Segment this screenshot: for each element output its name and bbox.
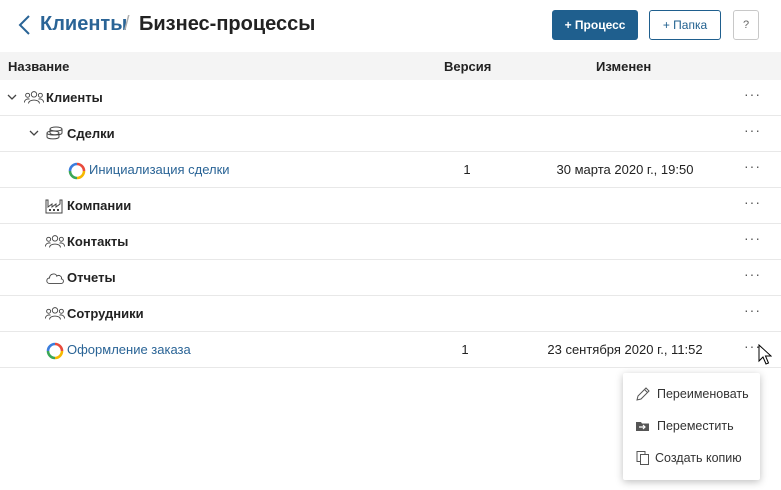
menu-item-label: Переместить [657,419,734,433]
breadcrumb-separator: / [124,13,130,35]
column-version-header[interactable]: Версия [444,59,491,74]
menu-item-rename[interactable]: Переименовать [623,379,760,409]
table-row[interactable]: Клиенты ··· [0,80,781,116]
table-header: Название Версия Изменен [0,52,781,80]
row-menu-button[interactable]: ··· [744,302,761,318]
row-menu-button[interactable]: ··· [744,158,761,174]
folder-name[interactable]: Сделки [67,126,115,141]
add-folder-button[interactable]: + Папка [649,10,721,40]
table-row[interactable]: Оформление заказа 1 23 сентября 2020 г.,… [0,332,781,368]
table-row[interactable]: Сотрудники ··· [0,296,781,332]
table-row[interactable]: Отчеты ··· [0,260,781,296]
page-header: Клиенты / Бизнес-процессы + Процесс + Па… [0,0,781,52]
cloud-icon [46,273,64,284]
chevron-left-icon[interactable] [16,14,34,36]
menu-item-move[interactable]: Переместить [623,411,760,441]
pencil-icon [636,387,650,401]
move-folder-icon [636,422,649,431]
process-link[interactable]: Инициализация сделки [89,162,230,177]
mouse-cursor-icon [758,344,772,365]
process-ring-icon [68,162,86,180]
table-row[interactable]: Контакты ··· [0,224,781,260]
version-value: 1 [461,342,469,357]
row-menu-button[interactable]: ··· [744,194,761,210]
chevron-down-icon[interactable] [7,92,17,102]
folder-name[interactable]: Компании [67,198,131,213]
column-name-header[interactable]: Название [8,59,69,74]
column-modified-header[interactable]: Изменен [596,59,651,74]
folder-name[interactable]: Клиенты [46,90,103,105]
row-menu-button[interactable]: ··· [744,230,761,246]
add-process-button[interactable]: + Процесс [552,10,638,40]
table-row[interactable]: Инициализация сделки 1 30 марта 2020 г.,… [0,152,781,188]
help-button[interactable]: ? [733,10,759,40]
users-icon [45,235,65,248]
modified-value: 23 сентября 2020 г., 11:52 [547,342,703,357]
chevron-down-icon[interactable] [29,128,39,138]
menu-item-copy[interactable]: Создать копию [623,443,760,473]
table-row[interactable]: Сделки ··· [0,116,781,152]
folder-name[interactable]: Сотрудники [67,306,144,321]
folder-name[interactable]: Контакты [67,234,128,249]
copy-icon [636,451,649,465]
row-menu-button[interactable]: ··· [744,122,761,138]
users-icon [45,307,65,320]
version-value: 1 [463,162,471,177]
folder-name[interactable]: Отчеты [67,270,116,285]
page-title: Бизнес-процессы [139,13,316,35]
row-menu-button[interactable]: ··· [744,86,761,102]
table-row[interactable]: Компании ··· [0,188,781,224]
menu-item-label: Создать копию [655,451,742,465]
users-icon [24,91,44,104]
coins-stack-icon [46,126,63,140]
modified-value: 30 марта 2020 г., 19:50 [556,162,694,177]
process-ring-icon [46,342,64,360]
row-menu-button[interactable]: ··· [744,266,761,282]
menu-item-label: Переименовать [657,387,749,401]
factory-icon [45,199,63,214]
breadcrumb-parent[interactable]: Клиенты [40,13,127,36]
row-context-menu: Переименовать Переместить Создать копию [623,373,760,480]
process-link[interactable]: Оформление заказа [67,342,191,357]
